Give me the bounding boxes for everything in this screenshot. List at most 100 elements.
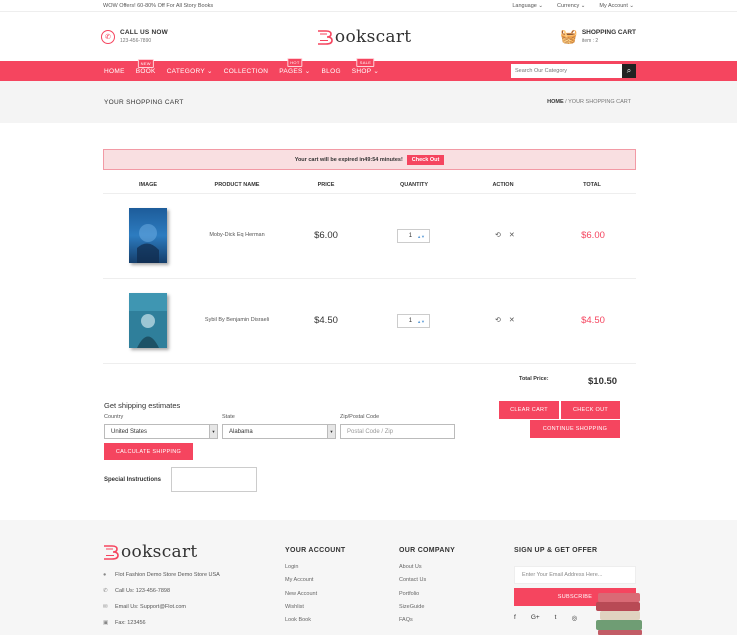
breadcrumb: HOME / YOUR SHOPPING CART — [547, 99, 631, 105]
row-actions: ⟲ ✕ — [495, 231, 515, 239]
cart-timer-banner: Your cart will be expired in49:54 minute… — [103, 149, 636, 170]
state-select[interactable]: Alabama ▼ — [222, 424, 336, 439]
stepper-arrows-icon[interactable]: ▲▼ — [417, 234, 425, 239]
update-icon[interactable]: ⟲ — [495, 316, 501, 324]
book-cover-image[interactable] — [129, 208, 167, 263]
footer-link-faqs[interactable]: FAQs — [399, 617, 413, 623]
footer-link-new-account[interactable]: New Account — [285, 591, 317, 597]
nav-shop[interactable]: SALE SHOP ⌄ — [352, 58, 379, 75]
chevron-down-icon: ▼ — [327, 425, 335, 438]
contact-address: ● Flot Fashion Demo Store Demo Store USA — [103, 572, 220, 578]
table-row: Sybil By Benjamin Disraeli $4.50 1 ▲▼ ⟲ ✕ … — [103, 279, 636, 364]
quantity-stepper[interactable]: 1 ▲▼ — [397, 314, 430, 328]
nav-book[interactable]: NEW BOOK — [136, 58, 156, 75]
twitter-icon[interactable]: t — [555, 614, 557, 622]
main-nav: HOME NEW BOOK CATEGORY ⌄ COLLECTION HOT PA… — [0, 58, 737, 81]
contact-phone: ✆ Call Us: 123-456-7898 — [103, 588, 171, 594]
facebook-icon[interactable]: f — [514, 614, 516, 622]
product-price: $4.50 — [314, 315, 338, 326]
footer-link-look-book[interactable]: Look Book — [285, 617, 311, 623]
remove-icon[interactable]: ✕ — [509, 231, 515, 239]
instagram-icon[interactable]: ◎ — [571, 614, 577, 622]
cart-label: SHOPPING CART — [581, 29, 636, 36]
nav-pages[interactable]: HOT PAGES ⌄ — [279, 58, 310, 75]
our-company-heading: OUR COMPANY — [399, 547, 456, 554]
clear-cart-button[interactable]: CLEAR CART — [499, 401, 559, 419]
phone-icon: ✆ — [103, 588, 108, 594]
search-input[interactable] — [511, 64, 622, 78]
newsletter-email-input[interactable]: Enter Your Email Address Here... — [514, 566, 636, 584]
logo-text: ookscart — [121, 542, 198, 562]
product-price: $6.00 — [314, 230, 338, 241]
country-select[interactable]: United States ▼ — [104, 424, 218, 439]
page-title: YOUR SHOPPING CART — [104, 98, 184, 106]
site-header: ✆ CALL US NOW 123-456-7890 ookscart 🧺 SH… — [0, 11, 737, 61]
cart-table-header: IMAGE PRODUCT NAME PRICE QUANTITY ACTION… — [103, 178, 636, 194]
quantity-stepper[interactable]: 1 ▲▼ — [397, 229, 430, 243]
stepper-arrows-icon[interactable]: ▲▼ — [417, 319, 425, 324]
total-price-value: $10.50 — [588, 376, 618, 387]
signup-heading: SIGN UP & GET OFFER — [514, 547, 598, 554]
update-icon[interactable]: ⟲ — [495, 231, 501, 239]
continue-shopping-button[interactable]: CONTINUE SHOPPING — [530, 420, 620, 438]
header-cart[interactable]: 🧺 SHOPPING CART item : 2 — [560, 28, 636, 45]
location-icon: ● — [103, 572, 107, 578]
footer-link-contact[interactable]: Contact Us — [399, 577, 426, 583]
logo-book-icon — [104, 545, 119, 560]
search-icon: ⌕ — [626, 66, 632, 75]
calculate-shipping-button[interactable]: CALCULATE SHIPPING — [104, 443, 193, 460]
quantity-value[interactable]: 1 — [409, 318, 412, 324]
zip-label: Zip/Postal Code — [340, 414, 380, 420]
my-account-dropdown[interactable]: My Account ⌄ — [599, 3, 634, 9]
state-label: State — [222, 414, 235, 420]
nav-blog[interactable]: BLOG — [322, 68, 341, 75]
special-instructions-textarea[interactable] — [171, 467, 257, 492]
search-button[interactable]: ⌕ — [622, 64, 636, 78]
col-price: PRICE — [317, 182, 335, 188]
footer-link-about[interactable]: About Us — [399, 564, 422, 570]
row-total: $4.50 — [581, 315, 605, 326]
footer-link-login[interactable]: Login — [285, 564, 298, 570]
checkout-button[interactable]: CHECK OUT — [561, 401, 620, 419]
logo-book-icon — [317, 29, 333, 45]
nav-category[interactable]: CATEGORY ⌄ — [167, 67, 213, 75]
google-plus-icon[interactable]: G+ — [531, 614, 540, 622]
zip-input[interactable]: Postal Code / Zip — [340, 424, 455, 439]
nav-home[interactable]: HOME — [104, 68, 125, 75]
book-cover-image[interactable] — [129, 293, 167, 348]
row-actions: ⟲ ✕ — [495, 316, 515, 324]
fax-icon: ▣ — [103, 620, 109, 626]
shipping-title: Get shipping estimates — [104, 401, 181, 410]
product-name[interactable]: Moby-Dick Eq Herman — [209, 232, 264, 238]
social-links: f G+ t ◎ — [514, 614, 577, 622]
state-value: Alabama — [229, 428, 253, 435]
col-image: IMAGE — [138, 182, 158, 188]
breadcrumb-home[interactable]: HOME — [547, 99, 564, 105]
col-product: PRODUCT NAME — [214, 182, 260, 188]
timer-checkout-button[interactable]: Check Out — [406, 154, 445, 165]
contact-fax: ▣ Fax: 123456 — [103, 620, 146, 626]
mail-icon: ✉ — [103, 604, 108, 610]
nav-search: ⌕ — [511, 64, 636, 78]
footer-link-wishlist[interactable]: Wishlist — [285, 604, 304, 610]
total-price-label: Total Price: — [519, 376, 549, 382]
timer-text: Your cart will be expired in49:54 minute… — [294, 156, 403, 163]
cart-count: item : 2 — [581, 38, 599, 44]
footer-link-my-account[interactable]: My Account — [285, 577, 313, 583]
footer-logo[interactable]: ookscart — [103, 542, 198, 562]
remove-icon[interactable]: ✕ — [509, 316, 515, 324]
nav-tag-new: NEW — [137, 58, 154, 68]
product-name[interactable]: Sybil By Benjamin Disraeli — [205, 317, 269, 323]
page-header: YOUR SHOPPING CART HOME / YOUR SHOPPING … — [0, 81, 737, 123]
nav-collection[interactable]: COLLECTION — [224, 68, 269, 75]
call-us: ✆ CALL US NOW 123-456-7890 — [101, 29, 168, 44]
site-logo[interactable]: ookscart — [317, 27, 412, 47]
quantity-value[interactable]: 1 — [409, 233, 412, 239]
footer-link-sizeguide[interactable]: SizeGuide — [399, 604, 424, 610]
phone-icon: ✆ — [101, 29, 115, 44]
breadcrumb-current: YOUR SHOPPING CART — [568, 99, 631, 105]
footer-link-portfolio[interactable]: Portfolio — [399, 591, 419, 597]
language-dropdown[interactable]: Language ⌄ — [512, 3, 543, 9]
currency-dropdown[interactable]: Currency ⌄ — [557, 3, 585, 9]
contact-email: ✉ Email Us: Support@Flot.com — [103, 604, 186, 610]
